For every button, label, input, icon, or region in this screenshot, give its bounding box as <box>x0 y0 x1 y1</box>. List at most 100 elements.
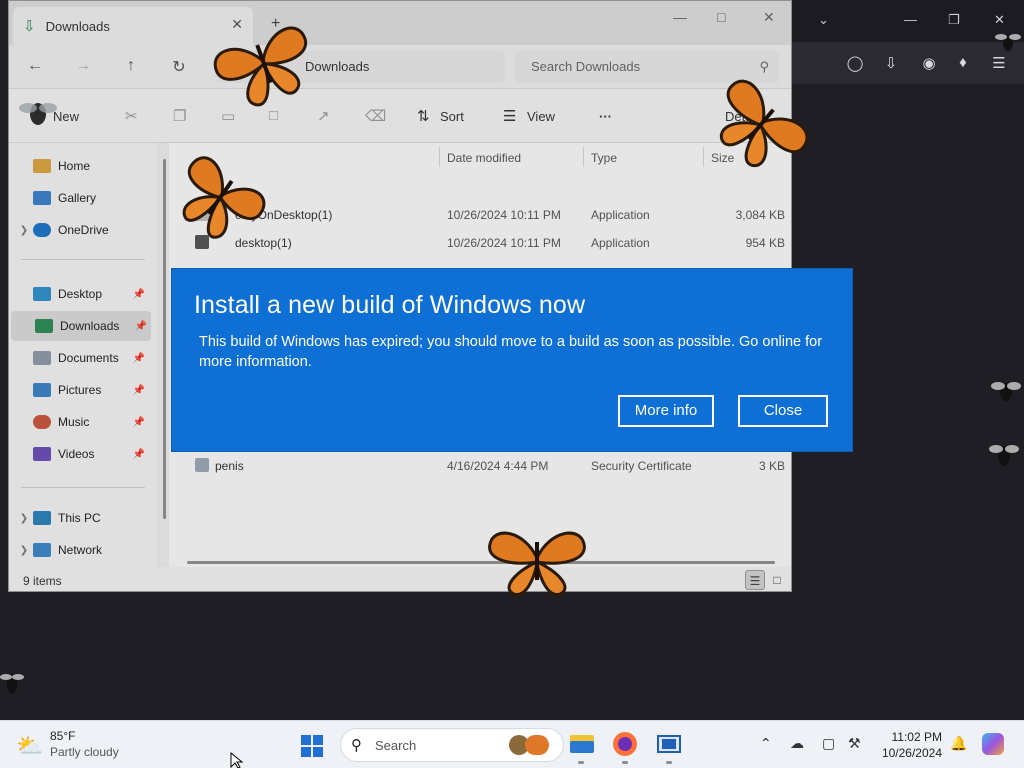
fly-icon <box>995 34 1021 51</box>
delete-icon[interactable]: ⌫ <box>365 107 386 125</box>
search-highlight-icon <box>525 735 549 755</box>
pin-icon: 📌 <box>132 352 145 364</box>
sidebar-item-label: Videos <box>58 447 95 461</box>
sidebar-item-music[interactable]: Music 📌 <box>9 407 149 437</box>
sidebar-item-videos[interactable]: Videos 📌 <box>9 439 149 469</box>
divider <box>21 487 145 488</box>
sidebar-item-label: Network <box>58 543 103 557</box>
taskbar-search[interactable]: ⚲ Search <box>340 728 564 762</box>
chevron-right-icon[interactable]: ❯ <box>15 513 33 524</box>
sidebar-item-pictures[interactable]: Pictures 📌 <box>9 375 149 405</box>
column-separator[interactable] <box>439 147 440 167</box>
browser-toolbar: ◯ ⇩ ◉ ♦ ☰ <box>790 42 1024 84</box>
back-icon[interactable]: ← <box>25 57 45 75</box>
download-icon[interactable]: ⇩ <box>882 54 900 72</box>
column-header-type[interactable]: Type <box>591 151 617 165</box>
item-count: 9 items <box>23 574 62 588</box>
file-date: 10/26/2024 10:11 PM <box>447 236 561 250</box>
documents-icon <box>33 351 51 365</box>
app-window-taskbar-icon[interactable] <box>656 731 682 764</box>
rename-icon[interactable]: □ <box>269 107 278 124</box>
forward-icon[interactable]: → <box>73 57 93 75</box>
sidebar-item-label: Pictures <box>58 383 102 397</box>
sidebar-item-downloads[interactable]: Downloads 📌 <box>11 311 151 341</box>
up-icon[interactable]: ↑ <box>121 57 141 75</box>
pocket-icon[interactable]: ◯ <box>846 54 864 72</box>
sidebar-item-network[interactable]: ❯ Network <box>9 535 149 565</box>
sidebar-item-home[interactable]: Home <box>9 151 149 181</box>
running-indicator <box>622 761 628 764</box>
windows-logo-pane <box>313 735 323 745</box>
desktop-icon <box>33 287 51 301</box>
sidebar-scrollbar[interactable] <box>163 159 166 519</box>
taskbar-search-label: Search <box>375 738 417 753</box>
extensions-icon[interactable]: ♦ <box>954 54 972 71</box>
more-options-button[interactable]: ··· <box>599 109 612 124</box>
file-size: 3,084 KB <box>735 208 785 222</box>
details-view-icon[interactable]: ☰ <box>745 570 765 590</box>
partly-cloudy-icon: ⛅ <box>16 733 44 758</box>
close-window-icon[interactable]: ✕ <box>763 9 775 26</box>
network-volume-icon[interactable]: ⚒ <box>848 735 861 752</box>
chevron-right-icon[interactable]: ❯ <box>15 545 33 556</box>
minimize-icon[interactable]: — <box>673 9 687 25</box>
butterfly-icon <box>182 156 266 239</box>
sidebar-item-gallery[interactable]: Gallery <box>9 183 149 213</box>
close-icon[interactable]: ✕ <box>994 12 1005 28</box>
show-hidden-icons[interactable]: ⌃ <box>760 735 772 752</box>
fly-icon <box>989 445 1019 466</box>
windows-logo-icon <box>301 735 311 745</box>
more-info-button[interactable]: More info <box>618 395 714 427</box>
account-icon[interactable]: ◉ <box>920 54 938 72</box>
firefox-taskbar-icon[interactable] <box>612 731 638 764</box>
chevron-down-icon[interactable]: ⌄ <box>818 12 829 28</box>
onedrive-offline-icon[interactable]: ☁ <box>790 735 804 752</box>
download-icon <box>35 319 53 333</box>
start-button[interactable] <box>301 735 323 757</box>
restore-icon[interactable]: ❐ <box>948 12 960 28</box>
notification-bell-icon[interactable]: 🔔 <box>950 735 967 752</box>
tab-title: Downloads <box>45 18 110 34</box>
fly-icon <box>991 382 1021 401</box>
search-placeholder: Search Downloads <box>531 59 641 74</box>
menu-icon[interactable]: ☰ <box>990 54 1008 72</box>
close-button[interactable]: Close <box>738 395 828 427</box>
copilot-icon[interactable] <box>982 733 1004 755</box>
windows-logo-pane <box>301 747 311 757</box>
table-row[interactable]: penis 4/16/2024 4:44 PM Security Certifi… <box>169 452 791 480</box>
column-separator[interactable] <box>583 147 584 167</box>
sidebar-item-this-pc[interactable]: ❯ This PC <box>9 503 149 533</box>
sidebar-item-desktop[interactable]: Desktop 📌 <box>9 279 149 309</box>
sort-icon: ⇅ <box>417 108 430 125</box>
sidebar-item-label: Documents <box>58 351 119 365</box>
file-date: 4/16/2024 4:44 PM <box>447 459 549 473</box>
tiles-view-icon[interactable]: □ <box>767 570 787 590</box>
clock[interactable]: 11:02 PM 10/26/2024 <box>870 729 942 761</box>
minimize-icon[interactable]: — <box>904 12 917 27</box>
weather-condition: Partly cloudy <box>50 745 119 759</box>
file-type: Application <box>591 236 650 250</box>
cut-icon[interactable]: ✂ <box>125 107 138 125</box>
display-icon[interactable]: ▢ <box>822 735 835 752</box>
column-header-date[interactable]: Date modified <box>447 151 521 165</box>
weather-temp: 85°F <box>50 729 76 743</box>
paste-icon[interactable]: ▭ <box>221 107 235 125</box>
mouse-cursor-icon <box>230 752 244 768</box>
sidebar-item-onedrive[interactable]: ❯ OneDrive <box>9 215 149 245</box>
share-icon[interactable]: ↗ <box>317 107 330 125</box>
butterfly-icon <box>719 79 809 168</box>
maximize-icon[interactable]: □ <box>717 9 725 25</box>
file-explorer-taskbar-icon[interactable] <box>568 731 594 764</box>
build-expired-dialog: Install a new build of Windows now This … <box>172 269 852 451</box>
chevron-right-icon[interactable]: ❯ <box>15 225 33 236</box>
refresh-icon[interactable]: ↻ <box>169 57 189 77</box>
file-size: 954 KB <box>745 236 785 250</box>
view-button[interactable]: View <box>527 109 555 124</box>
copy-icon[interactable]: ❐ <box>173 107 186 125</box>
column-separator[interactable] <box>703 147 704 167</box>
pin-icon: 📌 <box>132 288 145 300</box>
file-size: 3 KB <box>758 459 785 473</box>
explorer-tabbar: ⇩ Downloads ✕ + — □ ✕ <box>9 1 791 45</box>
sort-button[interactable]: Sort <box>440 109 464 124</box>
sidebar-item-documents[interactable]: Documents 📌 <box>9 343 149 373</box>
